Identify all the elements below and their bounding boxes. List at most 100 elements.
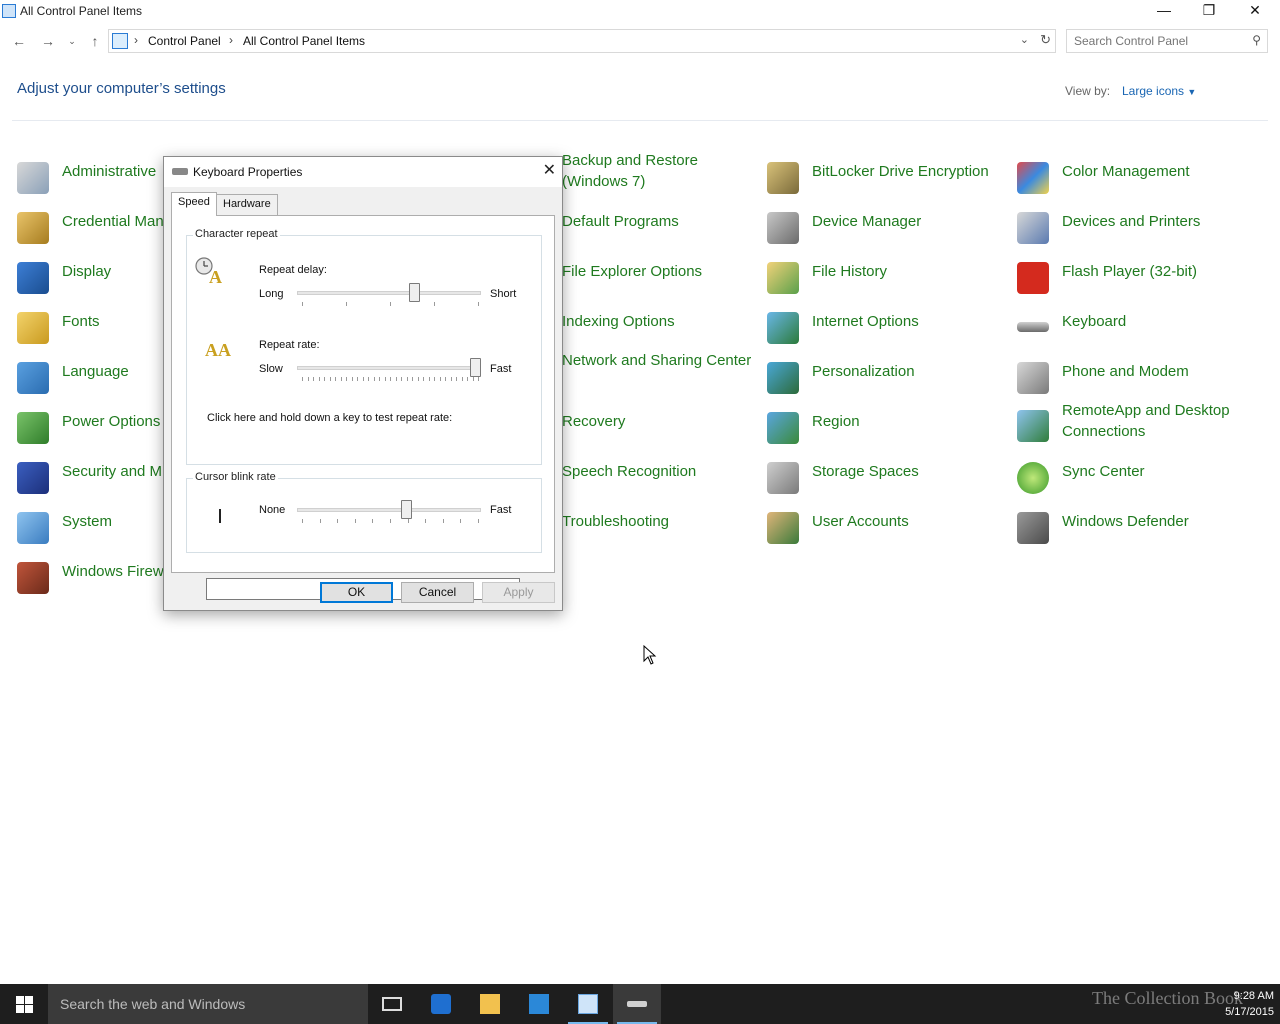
cp-item-label[interactable]: Devices and Printers <box>1062 211 1257 232</box>
cp-item-flash-player[interactable]: Flash Player (32-bit) <box>1017 260 1257 300</box>
cp-item-storage-spaces[interactable]: Storage Spaces <box>767 460 1007 500</box>
search-box[interactable]: ⚲ <box>1066 29 1268 53</box>
slider-tick <box>440 377 441 381</box>
cp-item-label[interactable]: Flash Player (32-bit) <box>1062 261 1257 282</box>
cp-item-personalization[interactable]: Personalization <box>767 360 1007 400</box>
start-button[interactable] <box>0 984 48 1024</box>
repeat-delay-slider-thumb[interactable] <box>409 283 420 302</box>
cp-item-label[interactable]: Region <box>812 411 1007 432</box>
cp-item-label[interactable]: Backup and Restore (Windows 7) <box>562 150 757 192</box>
dialog-title-bar[interactable]: Keyboard Properties ✕ <box>164 157 562 187</box>
cancel-button[interactable]: Cancel <box>401 582 474 603</box>
cp-item-label[interactable]: BitLocker Drive Encryption <box>812 161 1007 182</box>
cp-item-label[interactable]: Internet Options <box>812 311 1007 332</box>
cursor-blink-slider-thumb[interactable] <box>401 500 412 519</box>
recent-locations-chevron-icon[interactable]: ⌄ <box>61 30 83 52</box>
clock[interactable]: 9:28 AM 5/17/2015 <box>1225 988 1274 1020</box>
cp-item-user-accounts[interactable]: User Accounts <box>767 510 1007 550</box>
repeat-rate-slider-track[interactable] <box>297 366 481 370</box>
display-icon <box>17 262 49 294</box>
cp-item-device-manager[interactable]: Device Manager <box>767 210 1007 250</box>
apply-button[interactable]: Apply <box>482 582 555 603</box>
address-bar[interactable]: › Control Panel › All Control Panel Item… <box>108 29 1056 53</box>
cp-item-phone-modem[interactable]: Phone and Modem <box>1017 360 1257 400</box>
cp-item-label[interactable]: Troubleshooting <box>562 511 757 532</box>
dialog-close-icon[interactable]: ✕ <box>543 160 556 180</box>
taskbar-control-panel-app[interactable] <box>564 984 612 1024</box>
cp-item-internet-options[interactable]: Internet Options <box>767 310 1007 350</box>
character-repeat-legend: Character repeat <box>193 228 280 240</box>
cp-item-label[interactable]: Recovery <box>562 411 757 432</box>
cp-item-file-history[interactable]: File History <box>767 260 1007 300</box>
task-view-button[interactable] <box>368 984 416 1024</box>
restore-button[interactable]: ❐ <box>1186 0 1232 22</box>
slider-tick <box>407 377 408 381</box>
repeat-delay-label: Repeat delay: <box>259 264 327 276</box>
cp-item-sync-center[interactable]: Sync Center <box>1017 460 1257 500</box>
close-button[interactable]: ✕ <box>1232 0 1278 22</box>
refresh-icon[interactable]: ↻ <box>1040 32 1051 48</box>
cp-item-windows-defender[interactable]: Windows Defender <box>1017 510 1257 550</box>
breadcrumb-separator-icon[interactable]: › <box>229 33 233 47</box>
svg-text:A: A <box>209 267 222 286</box>
cp-item-keyboard[interactable]: Keyboard <box>1017 310 1257 350</box>
cp-item-label[interactable]: File History <box>812 261 1007 282</box>
repeat-rate-slider-thumb[interactable] <box>470 358 481 377</box>
cp-item-label[interactable]: Default Programs <box>562 211 757 232</box>
up-arrow-icon[interactable]: ↑ <box>84 30 106 52</box>
ok-button[interactable]: OK <box>320 582 393 603</box>
cp-item-label[interactable]: Network and Sharing Center <box>562 350 757 371</box>
security-flag-icon <box>17 462 49 494</box>
cp-item-label[interactable]: Device Manager <box>812 211 1007 232</box>
taskbar-file-explorer-app[interactable] <box>466 984 514 1024</box>
view-by-value[interactable]: Large icons <box>1122 84 1184 98</box>
search-icon[interactable]: ⚲ <box>1252 33 1261 47</box>
clock-date[interactable]: 5/17/2015 <box>1225 1004 1274 1020</box>
cp-item-label[interactable]: Sync Center <box>1062 461 1257 482</box>
taskbar-keyboard-app[interactable] <box>613 984 661 1024</box>
cp-item-label[interactable]: Windows Defender <box>1062 511 1257 532</box>
chevron-down-icon[interactable]: ▼ <box>1187 87 1196 97</box>
slider-tick <box>346 377 347 381</box>
cp-item-label[interactable]: Storage Spaces <box>812 461 1007 482</box>
address-dropdown-icon[interactable]: ⌄ <box>1020 33 1029 46</box>
tab-speed[interactable]: Speed <box>171 192 217 216</box>
slider-tick <box>396 377 397 381</box>
forward-arrow-icon[interactable]: → <box>37 30 59 52</box>
cp-item-label[interactable]: Color Management <box>1062 161 1257 182</box>
cp-item-label[interactable]: Indexing Options <box>562 311 757 332</box>
minimize-button[interactable]: — <box>1141 0 1187 22</box>
cursor-blink-slider-track[interactable] <box>297 508 481 512</box>
back-arrow-icon[interactable]: ← <box>8 30 30 52</box>
cp-item-region[interactable]: Region <box>767 410 1007 450</box>
cp-item-remoteapp[interactable]: RemoteApp and Desktop Connections <box>1017 400 1257 442</box>
store-icon <box>529 994 549 1014</box>
cp-item-label[interactable]: RemoteApp and Desktop Connections <box>1062 400 1257 442</box>
breadcrumb-control-panel[interactable]: Control Panel <box>148 34 221 48</box>
cp-item-label[interactable]: User Accounts <box>812 511 1007 532</box>
cp-item-label[interactable]: Keyboard <box>1062 311 1257 332</box>
breadcrumb-separator-icon[interactable]: › <box>134 33 138 47</box>
repeat-delay-slider-track[interactable] <box>297 291 481 295</box>
cp-item-label[interactable]: File Explorer Options <box>562 261 757 282</box>
cp-item-devices-printers[interactable]: Devices and Printers <box>1017 210 1257 250</box>
taskbar-search-text[interactable]: Search the web and Windows <box>60 996 245 1012</box>
cp-item-label[interactable]: Speech Recognition <box>562 461 757 482</box>
taskbar-edge-app[interactable] <box>417 984 465 1024</box>
divider <box>12 120 1268 121</box>
tab-hardware[interactable]: Hardware <box>216 194 278 215</box>
slider-tick <box>445 377 446 381</box>
taskbar-store-app[interactable] <box>515 984 563 1024</box>
repeat-rate-label: Repeat rate: <box>259 339 320 351</box>
cp-item-label[interactable]: Personalization <box>812 361 1007 382</box>
search-input[interactable] <box>1067 30 1237 52</box>
taskbar: Search the web and Windows The Collectio… <box>0 984 1280 1024</box>
clock-time[interactable]: 9:28 AM <box>1225 988 1274 1004</box>
cp-item-bitlocker[interactable]: BitLocker Drive Encryption <box>767 160 1007 200</box>
breadcrumb-all-items[interactable]: All Control Panel Items <box>243 34 365 48</box>
taskbar-search-box[interactable]: Search the web and Windows <box>48 984 368 1024</box>
view-by-dropdown[interactable]: Large icons ▼ <box>1122 84 1196 98</box>
cp-item-label[interactable]: Phone and Modem <box>1062 361 1257 382</box>
power-options-icon <box>17 412 49 444</box>
cp-item-color-management[interactable]: Color Management <box>1017 160 1257 200</box>
